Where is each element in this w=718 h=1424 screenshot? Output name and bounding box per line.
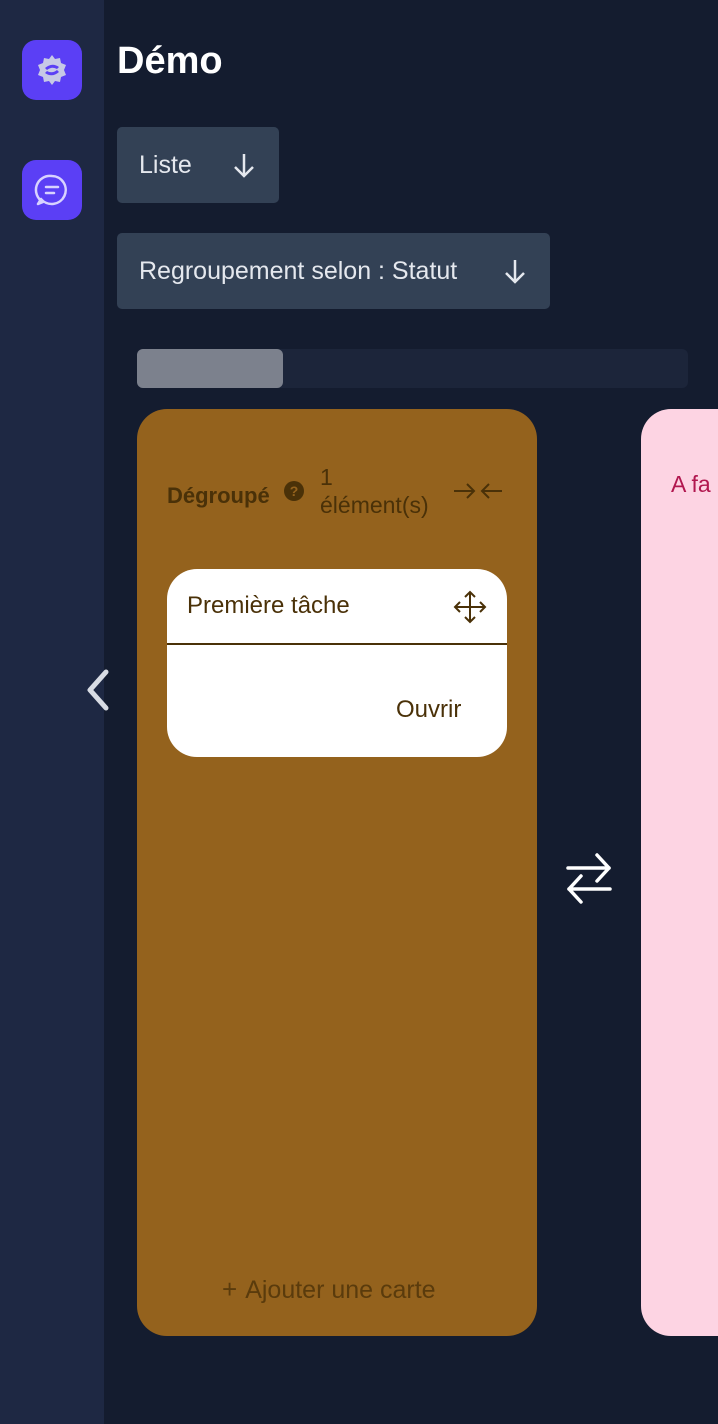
grouping-label: Regroupement selon : Statut [139,256,458,285]
card-divider [167,643,507,645]
open-card-button[interactable]: Ouvrir [386,690,471,730]
app-logo-button[interactable] [22,40,82,100]
column-item-count: 1 élément(s) [320,464,429,518]
svg-text:?: ? [290,483,299,499]
view-mode-label: Liste [139,150,192,179]
grouping-dropdown[interactable]: Regroupement selon : Statut [117,233,550,309]
arrow-down-icon [234,154,254,178]
board-column-next [641,409,718,1336]
column-title: A fa [671,471,711,497]
add-card-label: Ajouter une carte [245,1276,436,1304]
help-icon[interactable]: ? [283,480,305,502]
arrow-down-icon [505,260,525,284]
chevron-left-icon[interactable] [84,668,112,712]
horizontal-scrollbar-thumb[interactable] [137,349,283,388]
task-card-title: Première tâche [187,592,350,619]
board-column-ungrouped [137,409,537,1336]
view-mode-dropdown[interactable]: Liste [117,127,279,203]
drag-move-icon[interactable] [452,589,488,625]
swap-arrows-icon[interactable] [565,850,613,906]
settings-logo-icon [38,55,66,85]
add-card-button[interactable]: + Ajouter une carte [222,1274,436,1305]
plus-icon: + [222,1274,238,1304]
chat-button[interactable] [22,160,82,220]
collapse-column-icon[interactable] [452,478,504,504]
column-title: Dégroupé [167,483,270,508]
chat-icon [34,174,67,206]
page-title: Démo [117,40,223,82]
